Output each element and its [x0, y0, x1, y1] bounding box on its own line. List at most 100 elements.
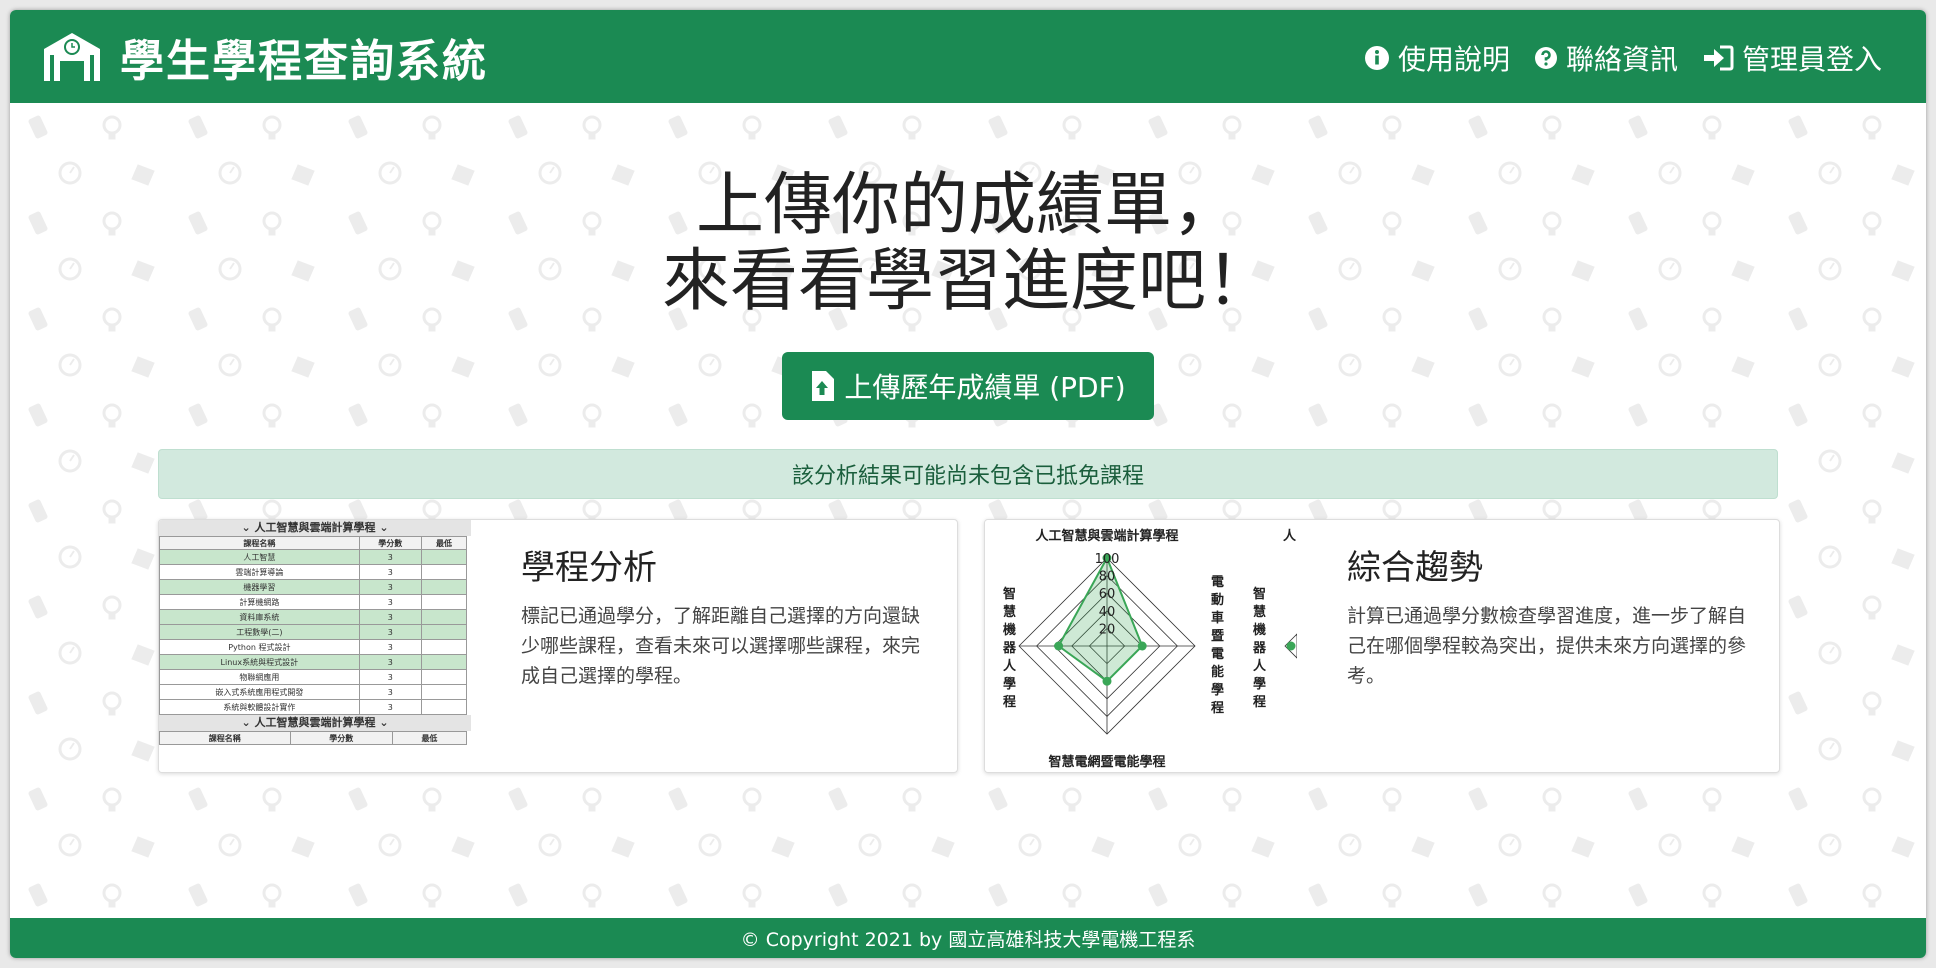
column-header: 學分數	[358, 536, 422, 550]
file-upload-icon	[812, 371, 835, 401]
overall-trend-card[interactable]: 人工智慧與雲端計算學程 人 智慧電網暨電能學程 智慧機器人學程 電動車暨電能學程 智…	[984, 519, 1780, 773]
chevron-double-down-icon: ⌄	[241, 716, 251, 729]
radar-label-vertical: 電動車暨電能學程	[1211, 575, 1224, 716]
card-body: 綜合趨勢 計算已通過學分數檢查學習進度，進一步了解自己在哪個學程較為突出，提供未…	[1347, 540, 1747, 691]
app-title: 學生學程查詢系統	[120, 36, 488, 87]
table-row: 計算機網路 3	[159, 594, 468, 610]
preview-table: 課程名稱 學分數 最低 人工智慧 3 雲端計算導論 3 機器學習 3 計算機網路 3 資料庫系統…	[159, 536, 468, 715]
column-header: 學分數	[289, 731, 393, 745]
column-header: 最低	[391, 731, 468, 745]
radar-label-top-cut: 人	[1283, 528, 1297, 544]
chevron-double-down-icon: ⌄	[379, 716, 389, 729]
alert-text: 該分析結果可能尚未包含已抵免課程	[791, 464, 1144, 489]
upload-transcript-button[interactable]: 上傳歷年成績單 (PDF)	[782, 352, 1154, 420]
card-text: 標記已通過學分，了解距離自己選擇的方向還缺少哪些課程，查看未來可以選擇哪些課程，…	[521, 605, 921, 687]
nav-contact[interactable]: 聯絡資訊	[1534, 38, 1678, 78]
footer: © Copyright 2021 by 國立高雄科技大學電機工程系	[10, 918, 1926, 958]
course-name-cell: 雲端計算導論	[159, 564, 360, 580]
nav-help[interactable]: 使用說明	[1364, 38, 1510, 78]
radar-label-bottom: 智慧電網暨電能學程	[1048, 754, 1165, 770]
preview-heading-2: ⌄ 人工智慧與雲端計算學程 ⌄	[159, 715, 471, 731]
course-name-cell: 資料庫系統	[159, 609, 360, 625]
info-circle-icon	[1364, 46, 1389, 70]
table-row: 人工智慧 3	[159, 549, 468, 565]
course-name-cell: 機器學習	[159, 579, 360, 595]
column-header: 課程名稱	[159, 536, 360, 550]
radar-label-vertical: 智慧機器人學程	[1252, 586, 1267, 710]
radar-label-vertical: 智慧機器人學程	[1002, 586, 1017, 710]
radar-tick-label: 80	[1099, 570, 1116, 585]
radar-tick-label: 20	[1099, 622, 1116, 637]
question-circle-icon	[1534, 47, 1557, 69]
column-header: 課程名稱	[159, 731, 291, 745]
course-name-cell: Python 程式設計	[159, 639, 360, 655]
radar-label-top: 人工智慧與雲端計算學程	[1035, 528, 1178, 544]
upload-transcript-label: 上傳歷年成績單 (PDF)	[844, 371, 1126, 404]
min-cell	[420, 699, 468, 715]
top-nav: 使用說明 聯絡資訊 管理員登入	[1340, 38, 1882, 78]
table-row: Python 程式設計 3	[159, 639, 468, 655]
table-row: 物聯網應用 3	[159, 669, 468, 685]
course-name-cell: 嵌入式系統應用程式開發	[159, 684, 360, 700]
radar-tick-label: 100	[1095, 552, 1120, 567]
hero-line-2: 來看看學習進度吧！	[661, 242, 1274, 321]
min-cell	[420, 654, 468, 670]
min-cell	[420, 684, 468, 700]
table-row: 資料庫系統 3	[159, 609, 468, 625]
radar-point	[1137, 641, 1147, 651]
course-name-cell: 物聯網應用	[159, 669, 360, 685]
nav-help-label: 使用說明	[1397, 43, 1510, 76]
min-cell	[420, 594, 468, 610]
credits-cell: 3	[358, 699, 422, 715]
program-analysis-card[interactable]: ⌄ 人工智慧與雲端計算學程 ⌄ 課程名稱 學分數 最低 人工智慧 3 雲端計算導論 3…	[158, 519, 958, 773]
course-name-cell: 系統與軟體設計實作	[159, 699, 360, 715]
credits-cell: 3	[358, 579, 422, 595]
nav-admin-login[interactable]: 管理員登入	[1702, 38, 1882, 78]
card-title: 學程分析	[521, 548, 657, 588]
school-logo-icon	[44, 33, 100, 81]
min-cell	[420, 609, 468, 625]
brand[interactable]: 學生學程查詢系統	[40, 28, 488, 87]
credits-cell: 3	[358, 564, 422, 580]
table-row: 系統與軟體設計實作 3	[159, 699, 468, 715]
preview-table-2: 課程名稱 學分數 最低	[159, 731, 468, 745]
course-name-cell: 計算機網路	[159, 594, 360, 610]
credits-cell: 3	[358, 639, 422, 655]
course-name-cell: 人工智慧	[159, 549, 360, 565]
course-name-cell: Linux系統與程式設計	[159, 654, 360, 670]
radar-chart: 人工智慧與雲端計算學程 人 智慧電網暨電能學程 智慧機器人學程 電動車暨電能學程 智…	[1002, 528, 1297, 770]
info-alert: 該分析結果可能尚未包含已抵免課程	[158, 449, 1778, 499]
chevron-double-down-icon: ⌄	[379, 521, 389, 534]
credits-cell: 3	[358, 669, 422, 685]
min-cell	[420, 624, 468, 640]
table-row: 雲端計算導論 3	[159, 564, 468, 580]
radar-tick-label: 40	[1099, 605, 1116, 620]
credits-cell: 3	[358, 594, 422, 610]
credits-cell: 3	[358, 684, 422, 700]
program-table-preview: ⌄ 人工智慧與雲端計算學程 ⌄ 課程名稱 學分數 最低 人工智慧 3 雲端計算導論 3…	[159, 520, 471, 772]
course-name-cell: 工程數學(二)	[159, 624, 360, 640]
min-cell	[420, 669, 468, 685]
min-cell	[420, 564, 468, 580]
card-text: 計算已通過學分數檢查學習進度，進一步了解自己在哪個學程較為突出，提供未來方向選擇…	[1347, 605, 1747, 687]
min-cell	[420, 549, 468, 565]
credits-cell: 3	[358, 654, 422, 670]
sign-in-icon	[1703, 45, 1734, 71]
column-header: 最低	[420, 536, 468, 550]
credits-cell: 3	[358, 549, 422, 565]
copyright-text: © Copyright 2021 by 國立高雄科技大學電機工程系	[740, 928, 1196, 951]
radar-point	[1286, 641, 1296, 651]
top-navbar: 學生學程查詢系統 使用說明 聯絡資訊 管理員登入	[10, 10, 1926, 103]
hero-heading: 上傳你的成績單， 來看看學習進度吧！	[10, 168, 1926, 320]
credits-cell: 3	[358, 609, 422, 625]
chevron-double-down-icon: ⌄	[241, 521, 251, 534]
table-row: 機器學習 3	[159, 579, 468, 595]
nav-contact-label: 聯絡資訊	[1565, 43, 1678, 76]
preview-heading-1: ⌄ 人工智慧與雲端計算學程 ⌄	[159, 520, 471, 536]
credits-cell: 3	[358, 624, 422, 640]
app-window: 學生學程查詢系統 使用說明 聯絡資訊 管理員登入 上傳你的成績單， 來看看學習進…	[10, 10, 1926, 958]
table-row: 工程數學(二) 3	[159, 624, 468, 640]
min-cell	[420, 579, 468, 595]
table-row: 嵌入式系統應用程式開發 3	[159, 684, 468, 700]
min-cell	[420, 639, 468, 655]
